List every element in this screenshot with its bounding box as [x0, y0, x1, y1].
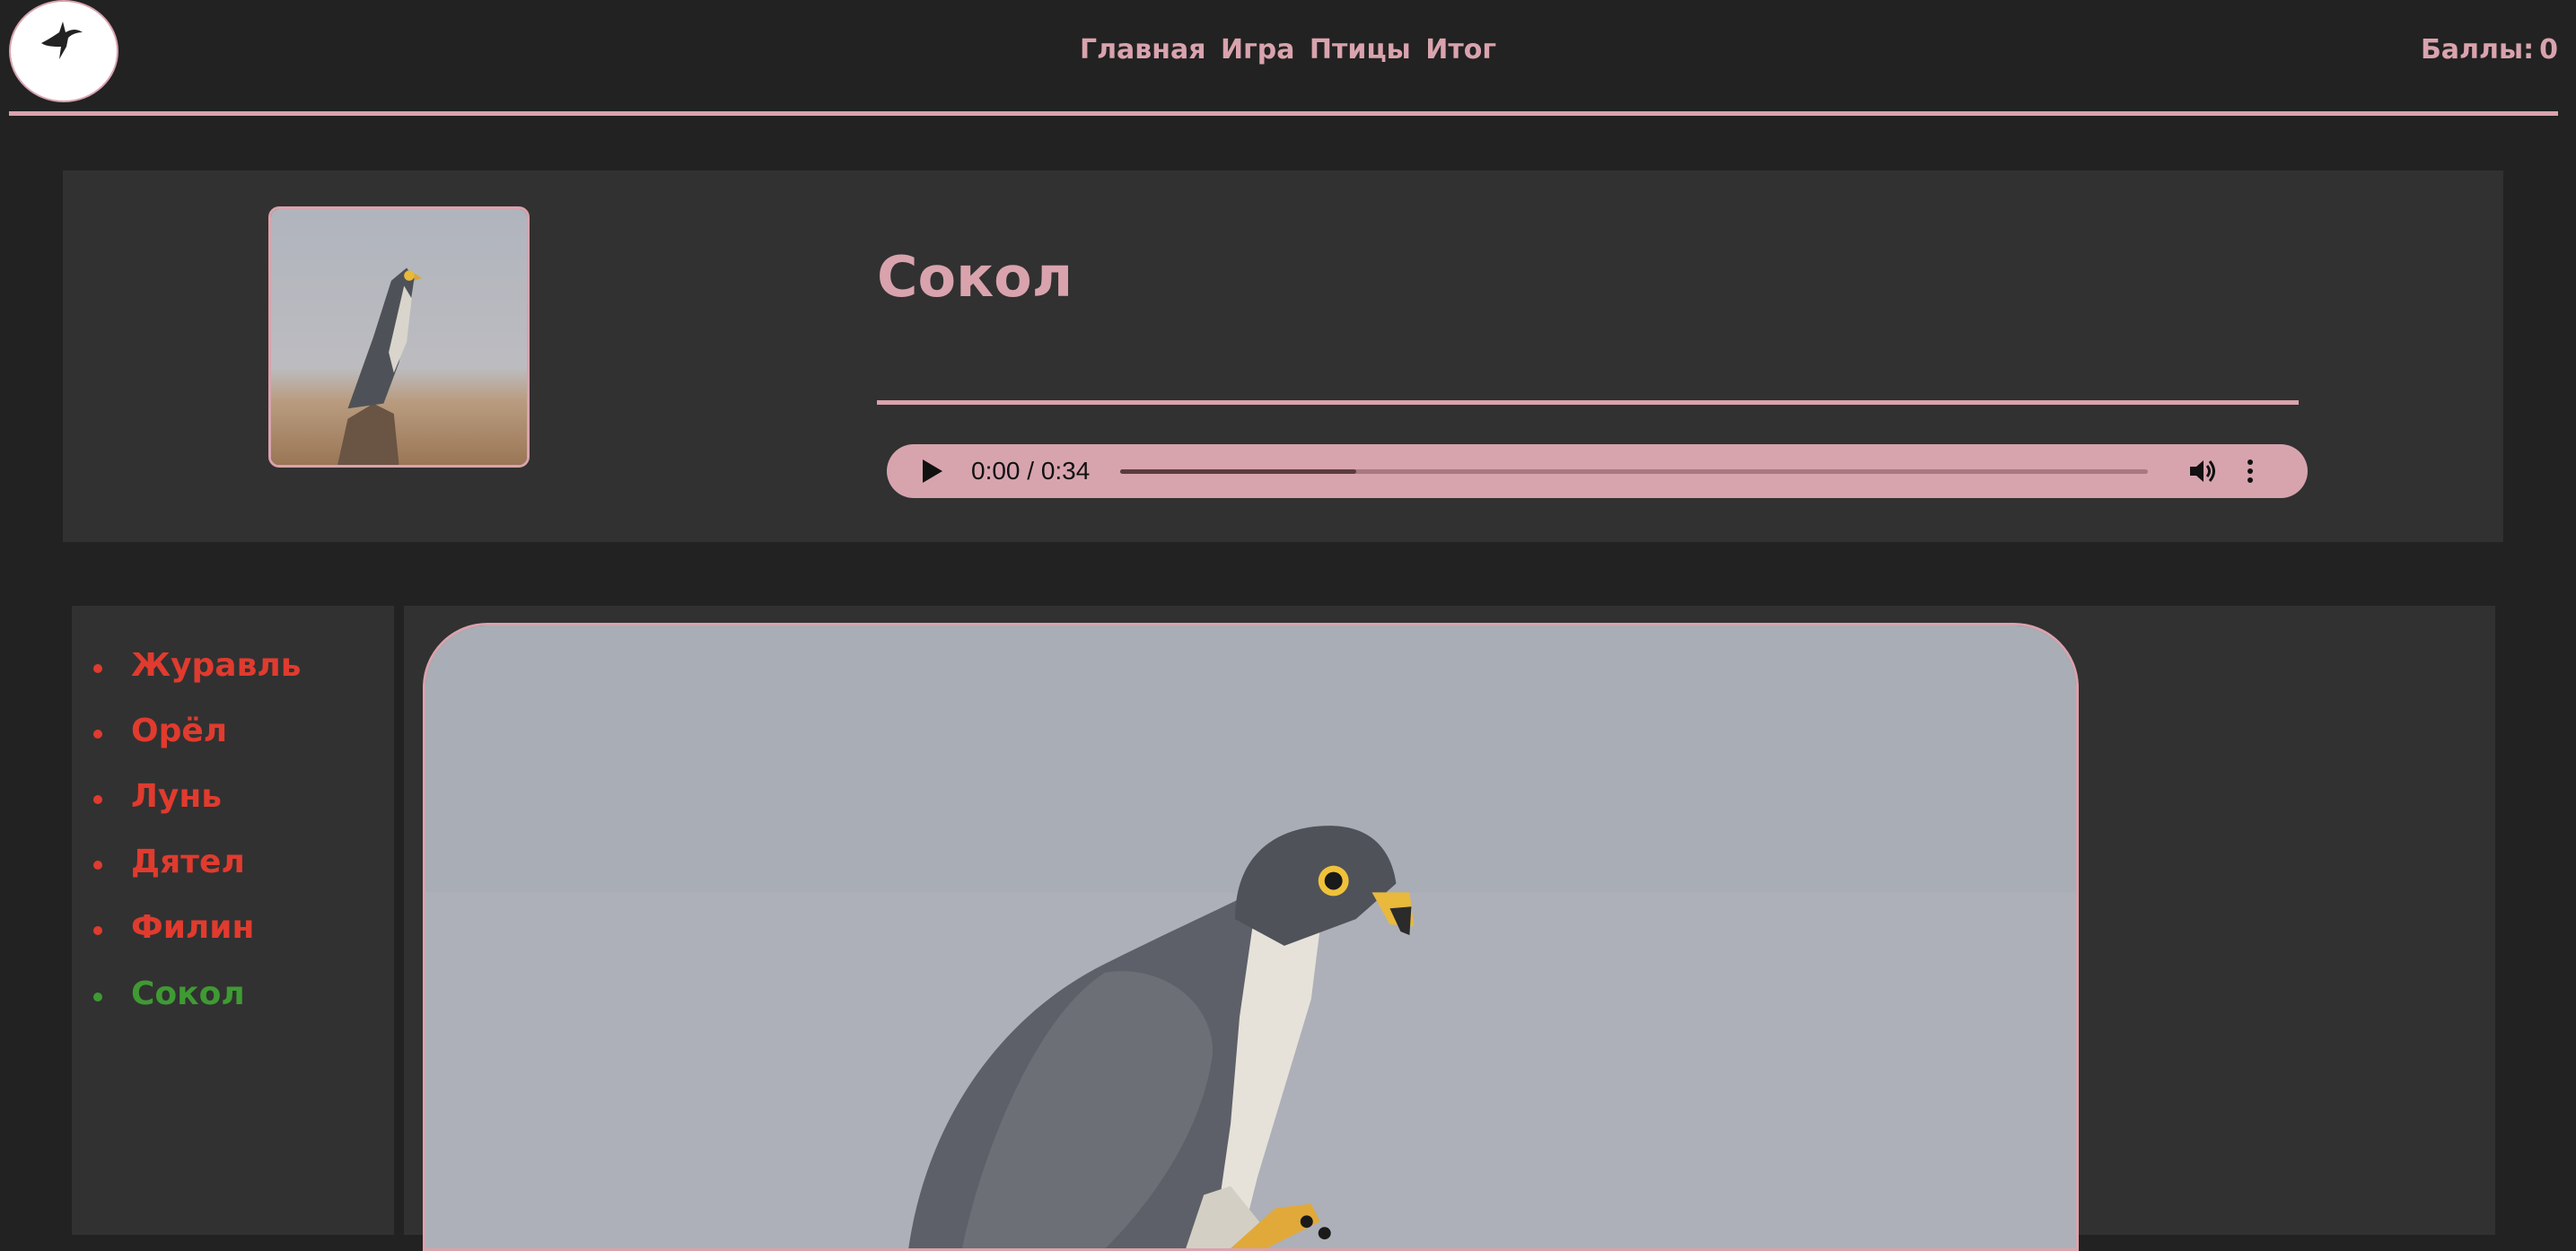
answer-option[interactable]: Дятел — [93, 844, 245, 880]
bird-name: Сокол — [877, 244, 1073, 310]
nav-link-home[interactable]: Главная — [1080, 34, 1206, 66]
nav-link-results[interactable]: Итог — [1425, 34, 1496, 66]
answers-list: Журавль Орёл Лунь Дятел Филин Сокол — [72, 606, 394, 1235]
answer-option[interactable]: Журавль — [93, 647, 302, 684]
audio-progress-track[interactable] — [1120, 469, 2148, 474]
bird-photo — [423, 623, 2079, 1251]
audio-time: 0:00 / 0:34 — [971, 457, 1091, 485]
audio-player[interactable]: 0:00 / 0:34 — [887, 444, 2308, 498]
answer-option[interactable]: Орёл — [92, 713, 227, 749]
question-panel: Сокол 0:00 / 0:34 — [63, 171, 2503, 542]
more-vertical-icon[interactable] — [2245, 457, 2256, 486]
volume-icon[interactable] — [2188, 457, 2221, 486]
header-divider — [9, 111, 2558, 116]
audio-progress-fill — [1120, 469, 1357, 474]
score-value: 0 — [2539, 34, 2558, 66]
answer-option-correct[interactable]: Сокол — [93, 975, 245, 1012]
bird-description-panel — [404, 606, 2495, 1251]
falcon-photo — [271, 209, 527, 465]
score-label: Баллы: — [2420, 34, 2535, 66]
bird-thumbnail — [268, 206, 530, 468]
answer-option[interactable]: Лунь — [92, 778, 222, 815]
play-icon[interactable] — [923, 459, 942, 483]
answer-option[interactable]: Филин — [92, 909, 254, 946]
falcon-photo — [425, 626, 2076, 1248]
bird-name-divider — [877, 400, 2299, 405]
score-display: Баллы: 0 — [2421, 34, 2558, 66]
nav-link-game[interactable]: Игра — [1221, 34, 1295, 66]
main-nav: Главная Игра Птицы Итог — [0, 34, 2576, 66]
nav-link-birds[interactable]: Птицы — [1310, 34, 1411, 66]
